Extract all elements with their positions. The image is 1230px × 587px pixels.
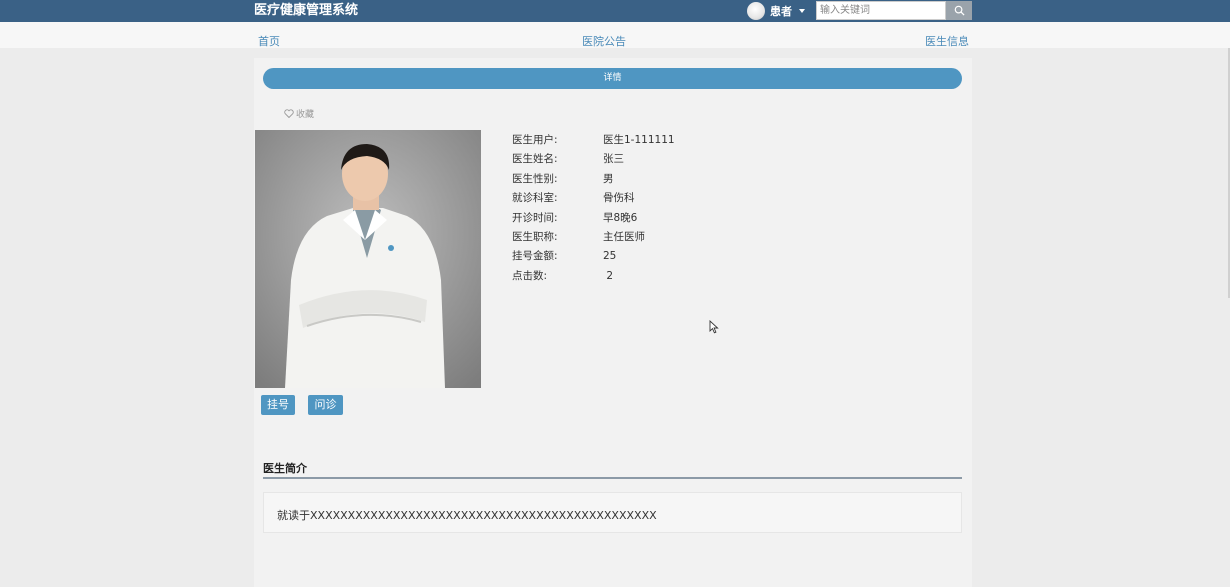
favorite-label[interactable]: 收藏	[296, 107, 314, 120]
intro-box: 就读于XXXXXXXXXXXXXXXXXXXXXXXXXXXXXXXXXXXXX…	[263, 492, 962, 533]
avatar[interactable]	[747, 2, 765, 20]
intro-section-title: 医生简介	[263, 462, 307, 475]
favorite-button[interactable]: 收藏	[284, 107, 314, 120]
info-row-title: 医生职称: 主任医师	[512, 229, 675, 248]
doctor-info-list: 医生用户: 医生1-111111 医生姓名: 张三 医生性别: 男 就诊科室: …	[512, 132, 675, 287]
nav-notice-link[interactable]: 医院公告	[582, 35, 626, 49]
info-value: 2	[603, 269, 614, 282]
info-value: 主任医师	[603, 230, 645, 243]
info-value: 医生1-111111	[603, 134, 675, 146]
user-role-label[interactable]: 患者	[770, 3, 792, 19]
doctor-detail-panel: 详情 收藏 医生用户: 医生1-111111 医生姓名: 张三 医生性别: 男 …	[254, 58, 972, 587]
top-bar: 医疗健康管理系统 患者	[0, 0, 1230, 22]
info-row-fee: 挂号金额: 25	[512, 248, 675, 267]
info-label: 点击数:	[512, 269, 548, 282]
info-value: 男	[603, 172, 614, 185]
info-row-gender: 医生性别: 男	[512, 171, 675, 190]
info-label: 医生性别:	[512, 172, 558, 185]
main-nav: 首页 医院公告 医生信息	[0, 22, 1230, 49]
info-row-name: 医生姓名: 张三	[512, 151, 675, 170]
info-label: 医生姓名:	[512, 153, 558, 166]
info-value: 骨伤科	[603, 192, 635, 205]
heart-outline-icon	[284, 109, 294, 118]
consult-button[interactable]: 问诊	[308, 395, 343, 415]
info-row-clicks: 点击数: 2	[512, 268, 675, 287]
info-value: 早8晚6	[603, 211, 638, 224]
info-row-username: 医生用户: 医生1-111111	[512, 132, 675, 151]
intro-text: 就读于XXXXXXXXXXXXXXXXXXXXXXXXXXXXXXXXXXXXX…	[277, 509, 657, 522]
info-label: 就诊科室:	[512, 192, 558, 205]
search-input[interactable]	[816, 1, 946, 20]
info-row-department: 就诊科室: 骨伤科	[512, 190, 675, 209]
doctor-photo	[255, 130, 481, 388]
search-icon	[954, 5, 965, 16]
info-label: 医生职称:	[512, 230, 558, 243]
info-row-hours: 开诊时间: 早8晚6	[512, 210, 675, 229]
mouse-cursor-icon	[709, 320, 719, 334]
nav-home-link[interactable]: 首页	[258, 35, 280, 49]
info-value: 25	[603, 250, 617, 263]
user-menu[interactable]: 患者	[747, 1, 805, 21]
register-button[interactable]: 挂号	[261, 395, 295, 415]
info-value: 张三	[603, 153, 624, 166]
detail-header-bar: 详情	[263, 68, 962, 89]
info-label: 医生用户:	[512, 134, 558, 146]
info-label: 挂号金额:	[512, 250, 558, 263]
app-title: 医疗健康管理系统	[254, 3, 359, 18]
caret-down-icon[interactable]	[799, 9, 805, 13]
section-divider	[263, 477, 962, 479]
search-button[interactable]	[946, 1, 972, 20]
nav-doctor-info-link[interactable]: 医生信息	[925, 35, 969, 49]
info-label: 开诊时间:	[512, 211, 558, 224]
